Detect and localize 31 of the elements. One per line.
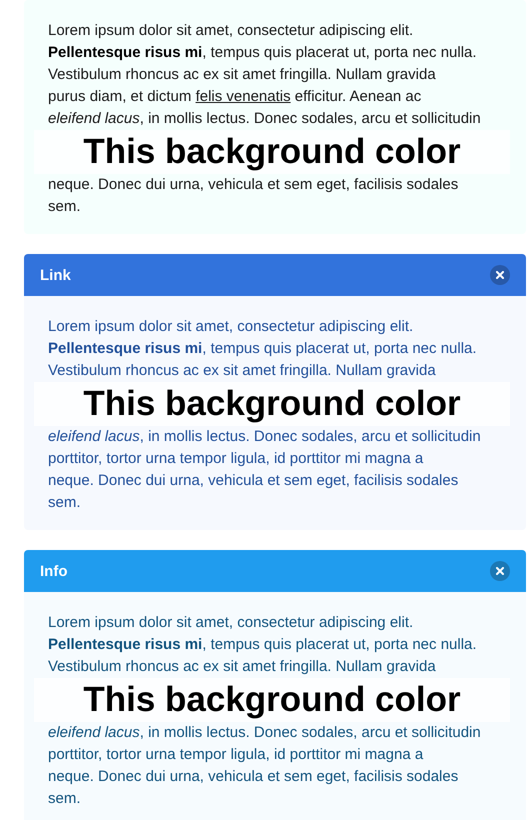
text-line: sem. xyxy=(48,493,81,513)
text-line: Lorem ipsum dolor sit amet, consectetur adipiscing elit. xyxy=(48,613,414,633)
close-icon xyxy=(496,567,504,575)
text-line: Vestibulum rhoncus ac ex sit amet fringilla. Nullam gravida xyxy=(48,65,436,85)
text-line: sem. xyxy=(48,789,81,809)
text-line: eleifend lacus, in mollis lectus. Donec sodales, arcu et sollicitudin xyxy=(48,723,481,743)
annotation-label: This background color xyxy=(83,680,461,720)
close-button[interactable] xyxy=(490,265,510,285)
close-icon xyxy=(496,271,504,279)
text-line: porttitor, tortor urna tempor ligula, id porttitor mi magna a xyxy=(48,745,424,765)
text-line: sem. xyxy=(48,197,81,217)
text-line: Vestibulum rhoncus ac ex sit amet fringilla. Nullam gravida xyxy=(48,657,436,677)
annotation-label: This background color xyxy=(83,132,461,172)
text-link[interactable]: felis venenatis xyxy=(196,88,291,105)
message-title: Link xyxy=(40,266,71,284)
text-line: eleifend lacus, in mollis lectus. Donec sodales, arcu et sollicitudin xyxy=(48,109,481,129)
text-line: Lorem ipsum dolor sit amet, consectetur adipiscing elit. xyxy=(48,21,414,41)
text-line: Pellentesque risus mi, tempus quis placerat ut, porta nec nulla. xyxy=(48,339,477,359)
text-line: eleifend lacus, in mollis lectus. Donec sodales, arcu et sollicitudin xyxy=(48,427,481,447)
annotation-label: This background color xyxy=(83,384,461,424)
text-line: neque. Donec dui urna, vehicula et sem eget, facilisis sodales xyxy=(48,175,458,195)
message-title: Info xyxy=(40,562,68,580)
text-line: neque. Donec dui urna, vehicula et sem eget, facilisis sodales xyxy=(48,471,458,491)
text-line: porttitor, tortor urna tempor ligula, id porttitor mi magna a xyxy=(48,449,424,469)
text-line: Vestibulum rhoncus ac ex sit amet fringilla. Nullam gravida xyxy=(48,361,436,381)
text-line: purus diam, et dictum felis venenatis efficitur. Aenean ac xyxy=(48,87,422,107)
text-line: Lorem ipsum dolor sit amet, consectetur adipiscing elit. xyxy=(48,317,414,337)
text-line: Pellentesque risus mi, tempus quis placerat ut, porta nec nulla. xyxy=(48,635,477,655)
text-line: neque. Donec dui urna, vehicula et sem eget, facilisis sodales xyxy=(48,767,458,787)
close-button[interactable] xyxy=(490,561,510,581)
text-line: Pellentesque risus mi, tempus quis placerat ut, porta nec nulla. xyxy=(48,43,477,63)
